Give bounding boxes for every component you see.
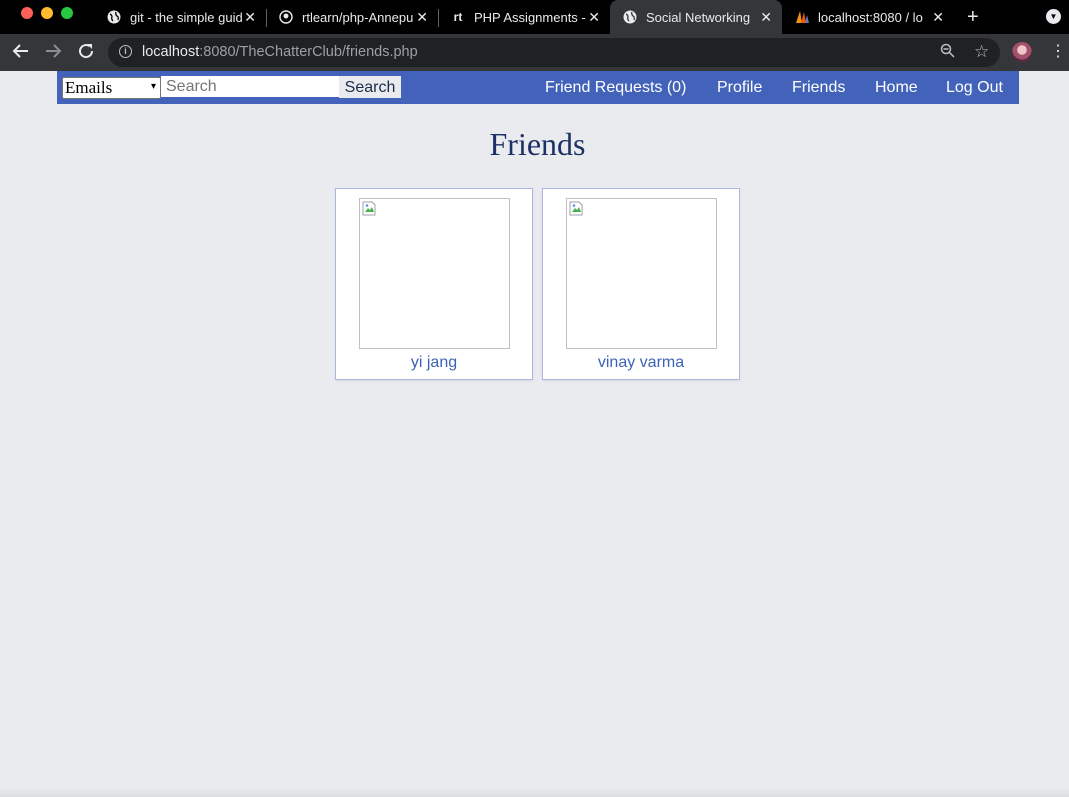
browser-tab[interactable]: git - the simple guide ✕ xyxy=(94,0,266,34)
phpmyadmin-icon xyxy=(794,9,810,25)
back-icon[interactable] xyxy=(12,42,30,64)
chevron-down-icon: ▾ xyxy=(150,81,156,92)
bookmark-star-icon[interactable]: ☆ xyxy=(974,42,989,62)
site-info-icon[interactable]: i xyxy=(119,45,132,58)
search-filter-select[interactable]: Emails ▾ xyxy=(62,77,161,99)
nav-link-home[interactable]: Home xyxy=(875,79,918,97)
nav-link-friends[interactable]: Friends xyxy=(792,79,845,97)
tab-close-icon[interactable]: ✕ xyxy=(416,9,428,25)
zoom-icon[interactable] xyxy=(940,43,955,62)
friend-card[interactable]: yi jang xyxy=(335,188,533,380)
reload-icon[interactable] xyxy=(77,42,95,64)
browser-tab-active[interactable]: Social Networking ✕ xyxy=(610,0,782,34)
tab-title: Social Networking xyxy=(646,9,751,25)
new-tab-icon[interactable]: + xyxy=(967,7,979,27)
tab-title: localhost:8080 / lo xyxy=(818,9,923,25)
filter-selected-value: Emails xyxy=(65,78,113,97)
address-url[interactable]: localhost:8080/TheChatterClub/friends.ph… xyxy=(142,44,418,60)
window-maximize-button[interactable] xyxy=(61,7,73,19)
browser-toolbar: i localhost:8080/TheChatterClub/friends.… xyxy=(0,34,1069,71)
friend-name-link[interactable]: yi jang xyxy=(336,354,532,372)
window-close-button[interactable] xyxy=(21,7,33,19)
broken-image-icon xyxy=(362,201,376,216)
globe-icon xyxy=(106,9,122,25)
window-bottom-edge xyxy=(0,787,1069,797)
nav-link-friend-requests[interactable]: Friend Requests (0) xyxy=(545,79,686,97)
browser-tab[interactable]: localhost:8080 / lo ✕ xyxy=(782,0,954,34)
globe-icon xyxy=(622,9,638,25)
tab-close-icon[interactable]: ✕ xyxy=(760,9,772,25)
nav-link-logout[interactable]: Log Out xyxy=(946,79,1003,97)
site-navbar: Emails ▾ Search Friend Requests (0) Prof… xyxy=(57,71,1019,104)
tab-close-icon[interactable]: ✕ xyxy=(588,9,600,25)
browser-tab-bar: git - the simple guide ✕ rtlearn/php-Ann… xyxy=(0,0,1069,34)
friend-photo[interactable] xyxy=(566,198,717,349)
friend-name-link[interactable]: vinay varma xyxy=(543,354,739,372)
tab-title: git - the simple guide xyxy=(130,9,242,25)
tab-search-icon[interactable]: ▼ xyxy=(1046,9,1061,24)
nav-link-profile[interactable]: Profile xyxy=(717,79,762,97)
browser-tab[interactable]: rtlearn/php-Annepu ✕ xyxy=(266,0,438,34)
broken-image-icon xyxy=(569,201,583,216)
github-icon xyxy=(278,9,294,25)
page-title: Friends xyxy=(489,126,586,162)
address-bar[interactable]: i localhost:8080/TheChatterClub/friends.… xyxy=(108,38,1000,67)
tab-title: PHP Assignments - rt xyxy=(474,9,586,25)
rt-icon: rt xyxy=(453,10,463,24)
profile-avatar[interactable] xyxy=(1012,42,1032,62)
search-button[interactable]: Search xyxy=(339,76,401,98)
tab-title: rtlearn/php-Annepu xyxy=(302,9,414,25)
browser-tab[interactable]: rt PHP Assignments - rt ✕ xyxy=(438,0,610,34)
friend-card[interactable]: vinay varma xyxy=(542,188,740,380)
friend-photo[interactable] xyxy=(359,198,510,349)
browser-menu-icon[interactable]: ⋮ xyxy=(1050,42,1066,62)
search-input[interactable] xyxy=(161,76,339,97)
tab-close-icon[interactable]: ✕ xyxy=(932,9,944,25)
tab-close-icon[interactable]: ✕ xyxy=(244,9,256,25)
window-minimize-button[interactable] xyxy=(41,7,53,19)
forward-icon[interactable] xyxy=(44,42,62,64)
